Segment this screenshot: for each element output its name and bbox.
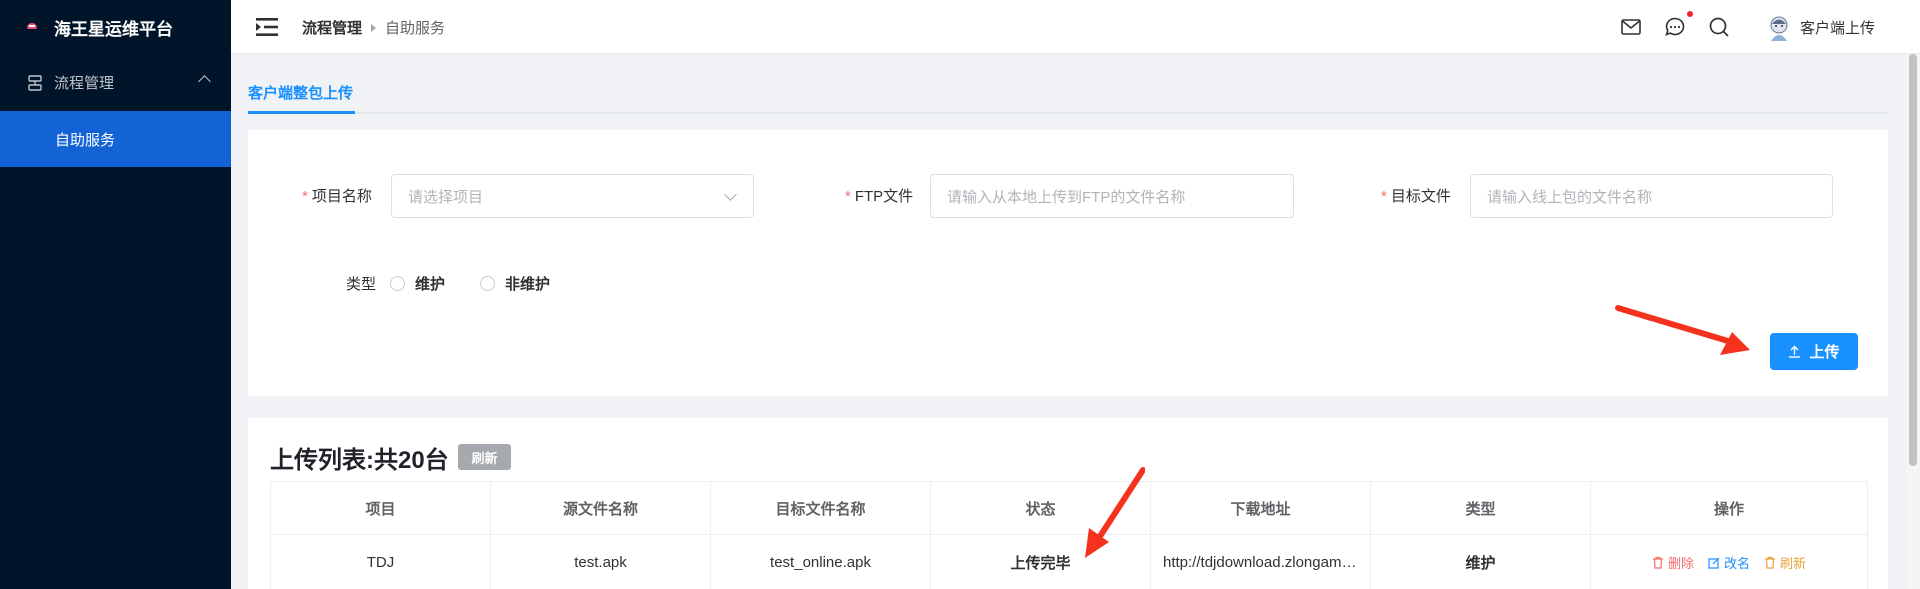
target-file-label: * 目标文件 bbox=[1381, 185, 1451, 206]
trash-icon bbox=[1652, 556, 1663, 569]
breadcrumb-item[interactable]: 流程管理 bbox=[302, 17, 362, 38]
ftp-file-placeholder: 请输入从本地上传到FTP的文件名称 bbox=[947, 188, 1186, 206]
radio-non-maintenance[interactable]: 非维护 bbox=[480, 273, 550, 294]
avatar[interactable] bbox=[1768, 15, 1790, 41]
mail-icon[interactable] bbox=[1620, 16, 1642, 38]
breadcrumb-separator-icon bbox=[371, 23, 377, 32]
logo: 海王星运维平台 bbox=[0, 0, 231, 54]
upload-button-label: 上传 bbox=[1809, 344, 1840, 361]
sidebar: 海王星运维平台 流程管理 自助服务 bbox=[0, 0, 231, 589]
sidebar-item-label: 自助服务 bbox=[55, 131, 116, 149]
breadcrumb: 流程管理 自助服务 bbox=[302, 17, 445, 38]
notification-badge bbox=[1687, 11, 1693, 17]
project-label-text: 项目名称 bbox=[311, 188, 372, 205]
chevron-up-icon bbox=[198, 75, 211, 88]
column-header: 类型 bbox=[1370, 481, 1591, 535]
cell-source-file: test.apk bbox=[490, 534, 711, 589]
rename-label: 改名 bbox=[1723, 556, 1750, 571]
scrollbar-thumb[interactable] bbox=[1909, 54, 1917, 466]
rename-button[interactable]: 改名 bbox=[1708, 553, 1750, 572]
cell-type: 维护 bbox=[1370, 534, 1591, 589]
delete-label: 删除 bbox=[1667, 556, 1694, 571]
refresh-row-button[interactable]: 刷新 bbox=[1764, 553, 1806, 572]
column-header: 状态 bbox=[930, 481, 1151, 535]
target-label-row: * 目标文件 bbox=[1381, 185, 1451, 206]
project-label: * 项目名称 bbox=[302, 185, 372, 206]
cell-download-url[interactable]: http://tdjdownload.zlongame.com/test_onl… bbox=[1150, 534, 1371, 589]
table-header-row: 项目 源文件名称 目标文件名称 状态 下载地址 类型 操作 bbox=[270, 481, 1868, 535]
radio-maintenance[interactable]: 维护 bbox=[390, 273, 445, 294]
breadcrumb-item: 自助服务 bbox=[385, 20, 446, 37]
refresh-list-button[interactable]: 刷新 bbox=[458, 444, 511, 470]
table-row: TDJ test.apk test_online.apk 上传完毕 http:/… bbox=[270, 534, 1868, 589]
ftp-label-row: * FTP文件 bbox=[845, 185, 913, 206]
type-label: 类型 bbox=[346, 276, 377, 293]
cell-status: 上传完毕 bbox=[930, 534, 1151, 589]
column-header: 源文件名称 bbox=[490, 481, 711, 535]
upload-button[interactable]: 上传 bbox=[1770, 333, 1858, 370]
refresh-label: 刷新 bbox=[1780, 556, 1807, 571]
page-scrollbar[interactable] bbox=[1906, 54, 1920, 589]
upload-table: 项目 源文件名称 目标文件名称 状态 下载地址 类型 操作 TDJ test.a… bbox=[270, 481, 1868, 589]
target-file-label-text: 目标文件 bbox=[1390, 188, 1451, 205]
upload-icon bbox=[1789, 345, 1801, 358]
radio-label: 非维护 bbox=[505, 276, 551, 293]
cell-actions: 删除 改名 刷新 bbox=[1590, 534, 1868, 589]
sidebar-item-self-service[interactable]: 自助服务 bbox=[0, 111, 231, 167]
ftp-file-label: * FTP文件 bbox=[845, 185, 913, 206]
project-label-row: * 项目名称 bbox=[302, 185, 372, 206]
required-mark: * bbox=[845, 188, 851, 205]
trash-icon bbox=[1765, 556, 1775, 569]
radio-label: 维护 bbox=[415, 276, 446, 293]
type-label-row: 类型 bbox=[346, 273, 376, 294]
upload-form-card bbox=[248, 130, 1888, 396]
logo-icon bbox=[26, 21, 38, 33]
column-header: 目标文件名称 bbox=[710, 481, 931, 535]
target-file-input[interactable]: 请输入线上包的文件名称 bbox=[1470, 174, 1833, 218]
sidebar-group-process[interactable]: 流程管理 bbox=[0, 54, 231, 111]
target-file-placeholder: 请输入线上包的文件名称 bbox=[1487, 188, 1653, 206]
ftp-file-label-text: FTP文件 bbox=[854, 188, 914, 205]
message-icon[interactable] bbox=[1664, 16, 1686, 38]
required-mark: * bbox=[302, 188, 308, 205]
edit-icon bbox=[1708, 557, 1720, 569]
cell-target-file: test_online.apk bbox=[710, 534, 931, 589]
column-header: 下载地址 bbox=[1150, 481, 1371, 535]
search-icon[interactable] bbox=[1708, 16, 1730, 38]
project-select-placeholder: 请选择项目 bbox=[408, 188, 484, 206]
delete-button[interactable]: 删除 bbox=[1652, 553, 1694, 572]
tab-bar: 客户端整包上传 bbox=[248, 76, 1888, 114]
menu-fold-icon[interactable] bbox=[256, 18, 280, 36]
sidebar-group-label: 流程管理 bbox=[54, 75, 115, 92]
tab-label: 客户端整包上传 bbox=[248, 85, 354, 102]
user-name[interactable]: 客户端上传 bbox=[1800, 17, 1875, 38]
upload-list-title: 上传列表:共20台 bbox=[270, 447, 449, 474]
cell-project: TDJ bbox=[270, 534, 491, 589]
chevron-down-icon bbox=[724, 188, 737, 201]
required-mark: * bbox=[1381, 188, 1387, 205]
column-header: 项目 bbox=[270, 481, 491, 535]
radio-circle[interactable] bbox=[390, 276, 405, 291]
tab-client-package-upload[interactable]: 客户端整包上传 bbox=[248, 82, 355, 114]
flow-icon bbox=[28, 74, 42, 91]
ftp-file-input[interactable]: 请输入从本地上传到FTP的文件名称 bbox=[930, 174, 1294, 218]
column-header: 操作 bbox=[1590, 481, 1868, 535]
logo-text: 海王星运维平台 bbox=[54, 19, 173, 39]
project-select[interactable]: 请选择项目 bbox=[391, 174, 754, 218]
radio-circle[interactable] bbox=[480, 276, 495, 291]
